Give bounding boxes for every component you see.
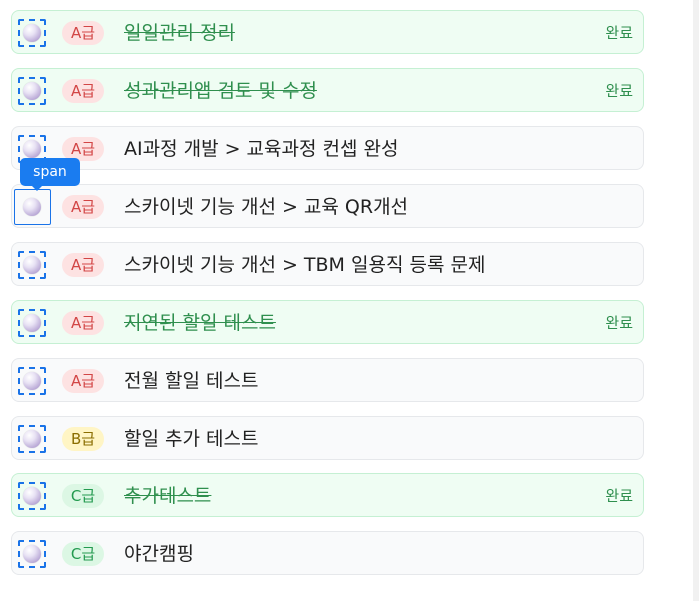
task-title[interactable]: 성과관리앱 검토 및 수정 [124, 69, 317, 113]
grade-badge: C급 [62, 542, 104, 566]
task-checkbox[interactable] [23, 82, 41, 100]
task-checkbox[interactable] [23, 140, 41, 158]
task-row[interactable]: A급 일일관리 정리 완료 [11, 10, 644, 54]
task-title[interactable]: 야간캠핑 [124, 532, 194, 576]
task-title[interactable]: 지연된 할일 테스트 [124, 301, 276, 345]
task-title[interactable]: AI과정 개발 > 교육과정 컨셉 완성 [124, 127, 398, 171]
task-title[interactable]: 추가테스트 [124, 474, 211, 518]
task-checkbox[interactable] [23, 24, 41, 42]
task-row[interactable]: A급 지연된 할일 테스트 완료 [11, 300, 644, 344]
status-label: 완료 [605, 82, 633, 100]
task-row[interactable]: A급 스카이넷 기능 개선 > TBM 일용직 등록 문제 [11, 242, 644, 286]
grade-badge: A급 [62, 79, 104, 103]
task-title[interactable]: 스카이넷 기능 개선 > TBM 일용직 등록 문제 [124, 243, 485, 287]
task-row[interactable]: A급 AI과정 개발 > 교육과정 컨셉 완성 [11, 126, 644, 170]
task-row[interactable]: C급 추가테스트 완료 [11, 473, 644, 517]
task-title[interactable]: 할일 추가 테스트 [124, 417, 258, 461]
task-checkbox[interactable] [23, 430, 41, 448]
grade-badge: A급 [62, 311, 104, 335]
task-title[interactable]: 스카이넷 기능 개선 > 교육 QR개선 [124, 185, 408, 229]
task-title[interactable]: 전월 할일 테스트 [124, 359, 258, 403]
task-row[interactable]: A급 스카이넷 기능 개선 > 교육 QR개선 [11, 184, 644, 228]
task-row[interactable]: B급 할일 추가 테스트 [11, 416, 644, 460]
task-title[interactable]: 일일관리 정리 [124, 11, 235, 55]
grade-badge: A급 [62, 195, 104, 219]
task-row[interactable]: C급 야간캠핑 [11, 531, 644, 575]
task-row[interactable]: A급 전월 할일 테스트 [11, 358, 644, 402]
task-checkbox[interactable] [23, 545, 41, 563]
scrollbar[interactable] [693, 0, 699, 601]
task-row[interactable]: A급 성과관리앱 검토 및 수정 완료 [11, 68, 644, 112]
task-checkbox[interactable] [23, 256, 41, 274]
status-label: 완료 [605, 24, 633, 42]
grade-badge: A급 [62, 253, 104, 277]
task-checkbox[interactable] [23, 372, 41, 390]
task-checkbox[interactable] [23, 487, 41, 505]
task-checkbox[interactable] [23, 314, 41, 332]
grade-badge: A급 [62, 369, 104, 393]
status-label: 완료 [605, 487, 633, 505]
task-checkbox[interactable] [23, 198, 41, 216]
grade-badge: C급 [62, 484, 104, 508]
grade-badge: A급 [62, 21, 104, 45]
status-label: 완료 [605, 314, 633, 332]
grade-badge: B급 [62, 427, 104, 451]
element-tooltip: span [20, 158, 80, 191]
